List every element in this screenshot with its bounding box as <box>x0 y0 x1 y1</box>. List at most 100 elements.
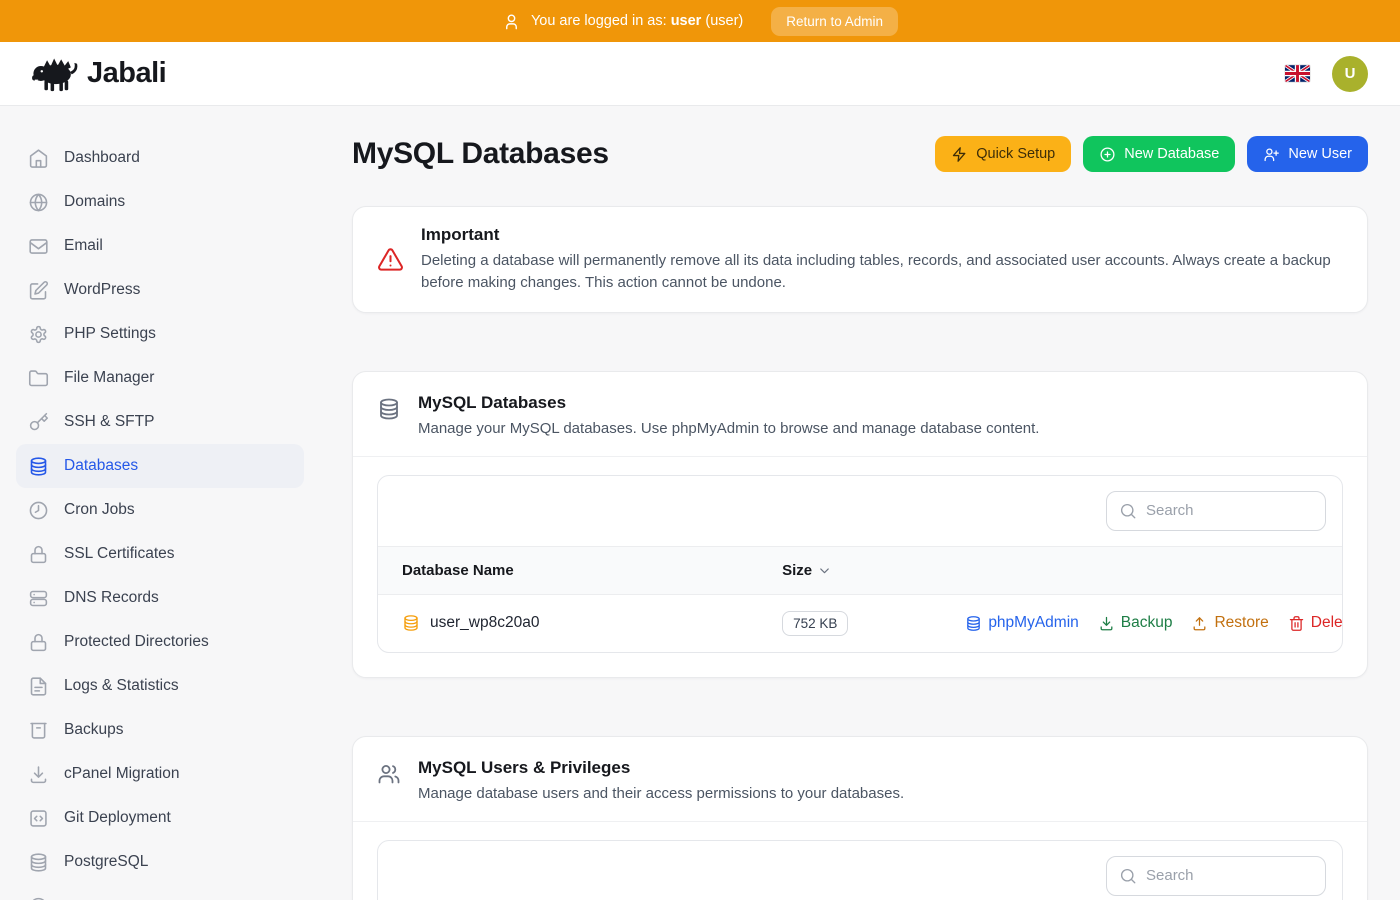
clock-icon <box>28 500 49 521</box>
backup-link[interactable]: Backup <box>1098 614 1173 632</box>
sidebar-item-label: SSL Certificates <box>64 545 175 563</box>
databases-search-input[interactable] <box>1146 502 1313 519</box>
file-text-icon <box>28 676 49 697</box>
code-icon <box>28 808 49 829</box>
databases-table-panel: Database Name Size user_wp8c20a0 752 KB <box>377 475 1343 653</box>
sidebar-item-postgresql[interactable]: PostgreSQL <box>16 840 304 884</box>
search-icon <box>1119 502 1137 520</box>
restore-link[interactable]: Restore <box>1191 614 1268 632</box>
gear-icon <box>28 324 49 345</box>
brand-logo[interactable]: Jabali <box>32 55 166 92</box>
boar-logo-icon <box>32 55 78 92</box>
page-title: MySQL Databases <box>352 137 609 171</box>
quick-setup-button[interactable]: Quick Setup <box>935 136 1071 172</box>
sidebar-item-databases[interactable]: Databases <box>16 444 304 488</box>
column-size-sort[interactable]: Size <box>782 562 965 579</box>
lock-icon <box>28 632 49 653</box>
warning-title: Important <box>421 225 1343 245</box>
user-avatar[interactable]: U <box>1332 56 1368 92</box>
sidebar-item-domains[interactable]: Domains <box>16 180 304 224</box>
lock-icon <box>28 544 49 565</box>
column-database-name: Database Name <box>402 562 782 579</box>
users-card-description: Manage database users and their access p… <box>418 785 904 802</box>
home-icon <box>28 148 49 169</box>
users-table-panel: User Database Privileges <box>377 840 1343 900</box>
databases-card-description: Manage your MySQL databases. Use phpMyAd… <box>418 420 1039 437</box>
database-icon <box>377 397 401 421</box>
sidebar-item-protected-directories[interactable]: Protected Directories <box>16 620 304 664</box>
plus-circle-icon <box>1099 146 1116 163</box>
sidebar-item-dashboard[interactable]: Dashboard <box>16 136 304 180</box>
databases-search <box>1106 491 1326 531</box>
chevron-down-icon <box>817 563 832 578</box>
databases-card-title: MySQL Databases <box>418 393 1039 413</box>
delete-link[interactable]: Delete <box>1288 614 1343 632</box>
sidebar-item-email[interactable]: Email <box>16 224 304 268</box>
sidebar-item-label: Cron Jobs <box>64 501 135 519</box>
new-user-button[interactable]: New User <box>1247 136 1368 172</box>
alert-triangle-icon <box>377 246 404 273</box>
sidebar-item-file-manager[interactable]: File Manager <box>16 356 304 400</box>
sidebar-item-label: PostgreSQL <box>64 853 148 871</box>
sidebar-item-label: Protected Directories <box>64 633 209 651</box>
logged-in-username: user <box>671 13 702 29</box>
sidebar-item-label: SSH & SFTP <box>64 413 154 431</box>
sidebar-item-label: Databases <box>64 457 138 475</box>
download-icon <box>28 764 49 785</box>
sidebar-item-backups[interactable]: Backups <box>16 708 304 752</box>
new-user-label: New User <box>1288 146 1352 162</box>
user-plus-icon <box>1263 146 1280 163</box>
sidebar-item-label: cPanel Migration <box>64 765 179 783</box>
new-database-button[interactable]: New Database <box>1083 136 1235 172</box>
sidebar-item-label: Email <box>64 237 103 255</box>
size-badge: 752 KB <box>782 611 848 636</box>
new-database-label: New Database <box>1124 146 1219 162</box>
folder-icon <box>28 368 49 389</box>
archive-icon <box>28 720 49 741</box>
logged-in-role: (user) <box>705 13 743 29</box>
key-icon <box>28 412 49 433</box>
databases-card: MySQL Databases Manage your MySQL databa… <box>352 371 1368 678</box>
users-icon <box>377 762 401 786</box>
sidebar-item-git-deployment[interactable]: Git Deployment <box>16 796 304 840</box>
sidebar-item-ssh-sftp[interactable]: SSH & SFTP <box>16 400 304 444</box>
search-icon <box>1119 867 1137 885</box>
sidebar-item-label: Backups <box>64 721 123 739</box>
sidebar-item-ssl-certificates[interactable]: SSL Certificates <box>16 532 304 576</box>
database-row: user_wp8c20a0 752 KB phpMyAdmin Backup <box>378 595 1342 652</box>
warning-card: Important Deleting a database will perma… <box>352 206 1368 313</box>
database-icon <box>28 852 49 873</box>
database-icon <box>28 456 49 477</box>
sidebar-item-logs-statistics[interactable]: Logs & Statistics <box>16 664 304 708</box>
zap-icon <box>951 146 968 163</box>
database-name-cell: user_wp8c20a0 <box>402 614 782 632</box>
phpmyadmin-link[interactable]: phpMyAdmin <box>965 614 1078 632</box>
partial-icon <box>28 896 49 900</box>
warning-body: Deleting a database will permanently rem… <box>421 250 1343 294</box>
server-icon <box>28 588 49 609</box>
sidebar-item-cpanel-migration[interactable]: cPanel Migration <box>16 752 304 796</box>
language-flag-icon[interactable] <box>1285 65 1310 82</box>
sidebar-item-dns-records[interactable]: DNS Records <box>16 576 304 620</box>
sidebar-item-php-settings[interactable]: PHP Settings <box>16 312 304 356</box>
return-to-admin-button[interactable]: Return to Admin <box>771 7 898 36</box>
sidebar-item-label: PHP Settings <box>64 325 156 343</box>
logged-in-message: You are logged in as: user (user) <box>531 13 743 29</box>
impersonation-banner: You are logged in as: user (user) Return… <box>0 0 1400 42</box>
upload-icon <box>1191 615 1208 632</box>
sidebar-item-wordpress[interactable]: WordPress <box>16 268 304 312</box>
main-content: MySQL Databases Quick Setup New Database… <box>320 106 1400 900</box>
sidebar-item-label: Domains <box>64 193 125 211</box>
trash-icon <box>1288 615 1305 632</box>
globe-icon <box>28 192 49 213</box>
sidebar-item-label: DNS Records <box>64 589 159 607</box>
sidebar-nav: Dashboard Domains Email WordPress PHP Se… <box>0 106 320 900</box>
users-search-input[interactable] <box>1146 867 1313 884</box>
app-header: Jabali U <box>0 42 1400 106</box>
sidebar-item-partial[interactable] <box>16 884 304 900</box>
sidebar-item-label: Git Deployment <box>64 809 171 827</box>
sidebar-item-label: File Manager <box>64 369 154 387</box>
sidebar-item-cron-jobs[interactable]: Cron Jobs <box>16 488 304 532</box>
users-card-title: MySQL Users & Privileges <box>418 758 904 778</box>
databases-table-header: Database Name Size <box>378 546 1342 595</box>
